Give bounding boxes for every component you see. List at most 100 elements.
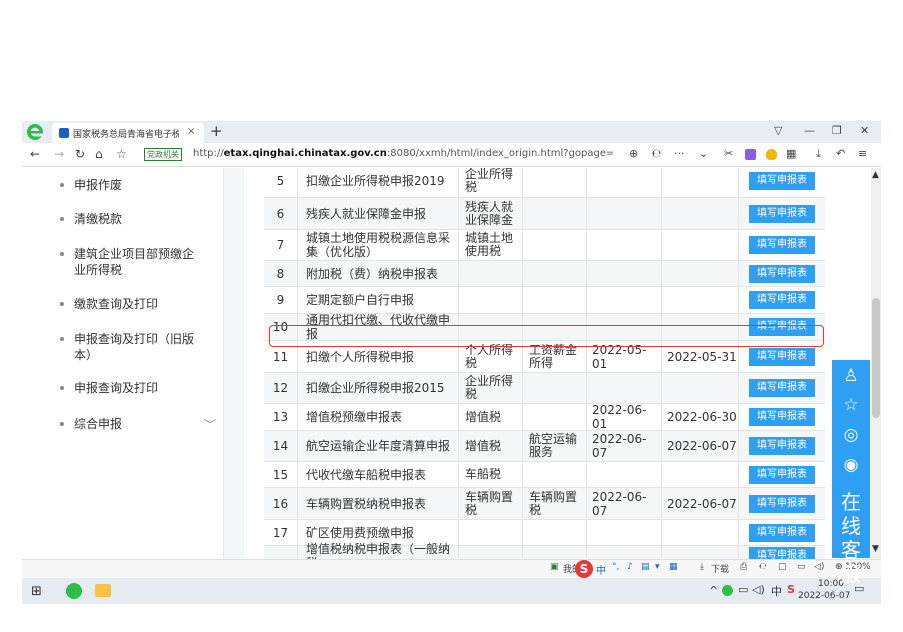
home-icon[interactable]: ⌂ <box>95 147 103 161</box>
shield-icon[interactable] <box>766 149 777 160</box>
fill-declaration-button[interactable]: 填写申报表 <box>749 494 815 513</box>
menu-icon[interactable]: ≡ <box>858 147 867 160</box>
sidebar-item-label: 清缴税款 <box>74 212 123 226</box>
zoom-search-icon[interactable]: ⊕ <box>629 147 638 160</box>
address-bar[interactable]: http://etax.qinghai.chinatax.gov.cn:8080… <box>193 148 613 159</box>
table-row: 9 定期定额户自行申报 填写申报表 <box>264 287 825 314</box>
skin-icon[interactable]: ▾ <box>655 562 660 572</box>
windows-start-icon[interactable]: ⊞ <box>31 584 42 599</box>
volume-icon[interactable]: ◁) <box>752 583 765 596</box>
browser-taskbar-icon[interactable] <box>66 583 82 599</box>
table-cell-action: 填写申报表 <box>739 287 825 313</box>
scroll-up-icon[interactable]: ▲ <box>872 170 879 180</box>
screenshot-icon[interactable]: ▢ <box>778 562 787 572</box>
minimize-icon[interactable]: — <box>804 124 815 137</box>
table-cell-end <box>662 373 739 403</box>
fill-declaration-button[interactable]: 填写申报表 <box>749 291 815 309</box>
table-cell-tax2 <box>523 198 587 229</box>
file-explorer-icon[interactable] <box>95 584 111 597</box>
bullet-icon <box>60 183 64 187</box>
favorites-star-icon[interactable]: ☆ <box>116 147 127 161</box>
table-cell-start <box>587 462 662 487</box>
close-window-icon[interactable]: ✕ <box>860 124 869 137</box>
download-icon[interactable]: ⤓ <box>816 147 821 161</box>
shirt-icon[interactable]: ▽ <box>774 124 782 137</box>
table-cell-start: 2022-06-07 <box>587 488 662 519</box>
fill-declaration-button[interactable]: 填写申报表 <box>749 546 815 559</box>
extension-purple-icon[interactable] <box>745 149 756 160</box>
refresh-icon[interactable]: ↻ <box>75 147 85 161</box>
table-cell-tax1 <box>459 261 523 286</box>
sidebar-item-label: 综合申报 <box>74 417 123 431</box>
tab-bar: 国家税务总局青海省电子税务局 × + ▽ — ❐ ✕ <box>22 121 881 143</box>
punctuation-icon[interactable]: °, <box>612 562 619 572</box>
more-icon[interactable]: ··· <box>674 147 685 160</box>
fill-declaration-button[interactable]: 填写申报表 <box>749 318 815 336</box>
table-row: 16 车辆购置税纳税申报表 车辆购置税 车辆购置税 2022-06-07 2022-06-… <box>264 488 825 520</box>
forward-icon[interactable]: → <box>54 147 64 161</box>
fill-declaration-button[interactable]: 填写申报表 <box>749 171 815 190</box>
browser-tab[interactable]: 国家税务总局青海省电子税务局 × <box>52 123 204 143</box>
table-cell-tax2: 工资薪金所得 <box>523 341 587 372</box>
toolbox-icon[interactable]: ▦ <box>669 562 678 572</box>
tray-chevron-icon[interactable]: ^ <box>709 584 718 597</box>
fill-declaration-button[interactable]: 填写申报表 <box>749 523 815 542</box>
table-cell-end <box>662 198 739 229</box>
clock-date[interactable]: 2022-06-07 <box>798 591 850 601</box>
scissors-icon[interactable]: ✂ <box>724 147 733 160</box>
fill-declaration-button[interactable]: 填写申报表 <box>749 347 815 366</box>
print-icon[interactable]: ⎙ <box>740 562 747 572</box>
table-cell-action: 填写申报表 <box>739 341 825 372</box>
user-icon[interactable]: ♙ <box>840 365 862 387</box>
table-cell-action: 填写申报表 <box>739 261 825 286</box>
back-icon[interactable]: ← <box>30 147 40 161</box>
download-icon[interactable]: ⤓ <box>700 562 704 572</box>
fill-declaration-button[interactable]: 填写申报表 <box>749 437 815 455</box>
table-cell-action: 填写申报表 <box>739 520 825 545</box>
chat-icon[interactable]: ◎ <box>840 424 862 446</box>
window-icon[interactable]: ▭ <box>797 562 806 572</box>
fill-declaration-button[interactable]: 填写申报表 <box>749 264 815 283</box>
tab-close-icon[interactable]: × <box>187 126 195 137</box>
speaker-icon[interactable]: ◁) <box>814 562 824 572</box>
live-icon[interactable]: ▣ <box>550 562 559 572</box>
tray-sogou-icon[interactable]: S <box>787 583 795 596</box>
fill-declaration-button[interactable]: 填写申报表 <box>749 204 815 223</box>
fill-declaration-button[interactable]: 填写申报表 <box>749 465 815 484</box>
dropdown-chevron-icon[interactable]: ⌄ <box>699 147 708 160</box>
table-cell-action: 填写申报表 <box>739 404 825 430</box>
fill-declaration-button[interactable]: 填写申报表 <box>749 236 815 254</box>
bullet-icon <box>60 302 64 306</box>
table-cell-name: 城镇土地使用税税源信息采集（优化版） <box>298 230 459 260</box>
star-icon[interactable]: ☆ <box>840 394 862 416</box>
weibo-icon[interactable]: ◉ <box>840 454 862 476</box>
fill-declaration-button[interactable]: 填写申报表 <box>749 379 815 397</box>
ime-language[interactable]: 中 <box>596 562 606 577</box>
taskbar-ime[interactable]: 中 <box>771 583 782 599</box>
float-service-panel[interactable]: ♙ ☆ ◎ ◉ 在线客服 <box>832 360 870 586</box>
download-label[interactable]: 下载 <box>711 562 729 575</box>
ie-icon[interactable]: ℮ <box>759 562 767 572</box>
network-icon[interactable]: ▭ <box>738 583 748 596</box>
scroll-down-icon[interactable]: ▼ <box>872 544 879 554</box>
table-cell-tax1: 增值税 <box>459 431 523 461</box>
undo-icon[interactable]: ↶ <box>836 147 845 160</box>
maximize-icon[interactable]: ❐ <box>832 124 842 137</box>
table-cell-action: 填写申报表 <box>739 230 825 260</box>
apps-grid-icon[interactable]: ▦ <box>786 147 796 160</box>
scrollbar-thumb[interactable] <box>872 298 880 418</box>
fill-declaration-button[interactable]: 填写申报表 <box>749 408 815 426</box>
online-service-text[interactable]: 在线客服 <box>837 490 865 586</box>
sogou-ime-icon[interactable]: S <box>575 560 593 578</box>
microphone-icon[interactable]: ♪ <box>627 562 633 572</box>
table-cell-no: 12 <box>264 373 298 403</box>
ie-mode-icon[interactable]: ℮ <box>652 147 661 160</box>
tray-app-icon[interactable] <box>722 585 733 596</box>
new-tab-button[interactable]: + <box>210 122 223 140</box>
vertical-scrollbar[interactable]: ▲ ▼ <box>871 168 881 559</box>
keyboard-icon[interactable]: ▤ <box>641 562 650 572</box>
bullet-icon <box>60 252 64 256</box>
table-cell-start <box>587 546 662 559</box>
table-row: 14 航空运输企业年度清算申报 增值税 航空运输服务 2022-06-07 2022-06… <box>264 431 825 462</box>
sidebar: 申报作废 清缴税款 建筑企业项目部预缴企业所得税 缴款查询及打印 申报查询及打印… <box>40 168 224 559</box>
